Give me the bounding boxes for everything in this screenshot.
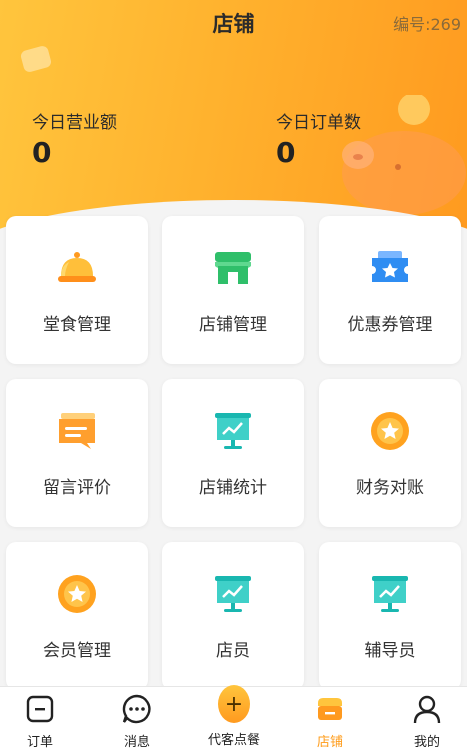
tab-label: 订单: [26, 735, 53, 750]
tile-finance-reconciliation[interactable]: 财务对账: [319, 379, 461, 527]
orders-label: 今日订单数: [276, 113, 361, 133]
tab-messages[interactable]: 消息: [97, 687, 177, 756]
tile-dine-in-management[interactable]: 堂食管理: [6, 216, 148, 364]
tile-coupon-management[interactable]: 优惠券管理: [319, 216, 461, 364]
tab-label: 代客点餐: [207, 733, 260, 748]
coin-icon: [368, 409, 412, 453]
order-icon: [24, 693, 56, 725]
orders-value: 0: [276, 136, 296, 169]
shop-icon: [211, 246, 255, 290]
header-banner: 店铺 编号:269 今日营业额 0 今日订单数 0: [0, 0, 467, 250]
coupon-ticket-icon: [368, 246, 412, 290]
revenue-value: 0: [32, 136, 52, 169]
tile-counselor[interactable]: 辅导员: [319, 542, 461, 690]
dine-in-cloche-icon: [55, 246, 99, 290]
tab-order-for-guest[interactable]: + 代客点餐: [194, 685, 274, 756]
message-board-icon: [55, 409, 99, 453]
shop-number: 编号:269: [393, 15, 461, 34]
plus-icon: +: [218, 685, 250, 723]
tab-mine[interactable]: 我的: [387, 687, 467, 756]
revenue-label: 今日营业额: [32, 113, 117, 133]
tile-label: 财务对账: [356, 478, 424, 498]
user-icon: [411, 693, 443, 725]
shop-tab-icon: [314, 693, 346, 725]
tile-label: 店员: [216, 641, 250, 661]
tile-label: 会员管理: [43, 641, 111, 661]
tab-label: 店铺: [316, 735, 343, 750]
tile-label: 店铺统计: [199, 478, 267, 498]
tab-orders[interactable]: 订单: [0, 687, 80, 756]
tile-shop-statistics[interactable]: 店铺统计: [162, 379, 304, 527]
tab-shop[interactable]: 店铺: [290, 687, 370, 756]
tile-label: 辅导员: [364, 641, 416, 661]
tile-label: 店铺管理: [199, 315, 267, 335]
tab-label: 消息: [123, 735, 150, 750]
message-icon: [121, 693, 153, 725]
tile-shop-management[interactable]: 店铺管理: [162, 216, 304, 364]
tile-label: 堂食管理: [43, 315, 111, 335]
member-coin-icon: [55, 572, 99, 616]
tile-label: 优惠券管理: [347, 315, 433, 335]
tab-label: 我的: [413, 735, 440, 750]
tile-staff[interactable]: 店员: [162, 542, 304, 690]
tile-member-management[interactable]: 会员管理: [6, 542, 148, 690]
bottom-tab-bar: 订单 消息 + 代客点餐 店铺 我的: [0, 685, 467, 756]
statistics-board-icon: [211, 409, 255, 453]
tile-label: 留言评价: [43, 478, 111, 498]
counselor-board-icon: [368, 572, 412, 616]
coin-decoration-icon: [19, 44, 53, 74]
tile-message-review[interactable]: 留言评价: [6, 379, 148, 527]
staff-board-icon: [211, 572, 255, 616]
